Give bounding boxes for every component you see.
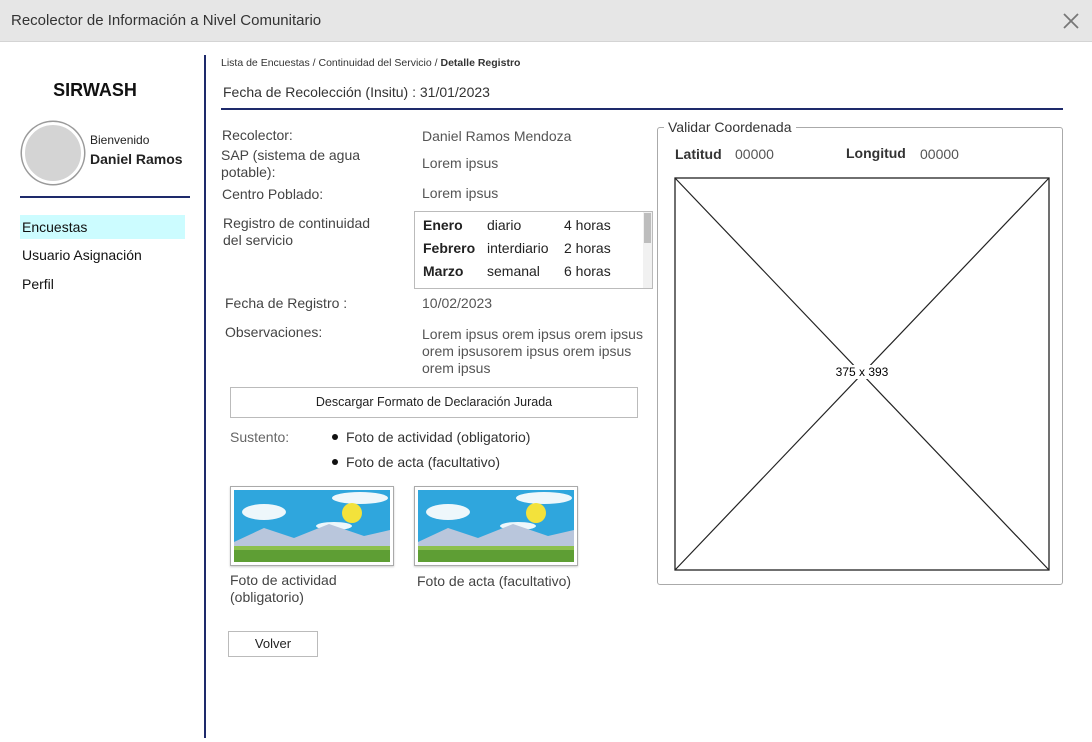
- photo-actividad-caption: Foto de actividad (obligatorio): [230, 572, 337, 605]
- continuidad-frecuencia: semanal: [487, 263, 540, 279]
- sap-value: Lorem ipsus: [422, 155, 499, 171]
- continuidad-list[interactable]: Enero diario 4 horas Febrero interdiario…: [414, 211, 653, 289]
- sidebar-border: [204, 55, 206, 738]
- coordinates-legend: Validar Coordenada: [664, 119, 796, 135]
- breadcrumb: Lista de Encuestas / Continuidad del Ser…: [221, 57, 520, 69]
- continuidad-frecuencia: diario: [487, 217, 522, 233]
- header-divider: [221, 108, 1063, 110]
- photo-actividad-thumbnail[interactable]: [230, 486, 394, 566]
- latitude-label: Latitud: [675, 146, 722, 162]
- continuidad-label: Registro de continuidad del servicio: [223, 215, 371, 248]
- window-titlebar: Recolector de Información a Nivel Comuni…: [0, 0, 1092, 42]
- sidebar-divider: [20, 196, 190, 198]
- close-icon[interactable]: [1062, 12, 1080, 30]
- map-size-text: 375 x 393: [833, 365, 891, 379]
- observaciones-value: Lorem ipsus orem ipsus orem ipsus orem i…: [422, 326, 643, 376]
- photo-acta-thumbnail[interactable]: [414, 486, 578, 566]
- back-button[interactable]: Volver: [228, 631, 318, 657]
- continuidad-horas: 6 horas: [564, 263, 611, 279]
- window-title: Recolector de Información a Nivel Comuni…: [11, 12, 322, 29]
- longitude-label: Longitud: [846, 145, 906, 161]
- latitude-value: 00000: [735, 146, 774, 162]
- continuidad-horas: 2 horas: [564, 240, 611, 256]
- photo-acta-caption: Foto de acta (facultativo): [417, 573, 572, 589]
- sidebar-item-encuestas[interactable]: Encuestas: [20, 215, 185, 239]
- continuidad-horas: 4 horas: [564, 217, 611, 233]
- bullet-icon: [332, 434, 338, 441]
- sustento-item-text: Foto de acta (facultativo): [346, 454, 501, 470]
- recolector-value: Daniel Ramos Mendoza: [422, 128, 572, 144]
- sidebar-item-perfil[interactable]: Perfil: [20, 272, 185, 296]
- bullet-icon: [332, 459, 338, 466]
- sustento-label: Sustento:: [230, 429, 290, 445]
- map-size-label: 375 x 393: [674, 365, 1050, 379]
- sap-label: SAP (sistema de agua potable):: [221, 147, 361, 180]
- map-placeholder[interactable]: 375 x 393: [674, 177, 1050, 571]
- continuidad-frecuencia: interdiario: [487, 240, 549, 256]
- welcome-label: Bienvenido: [90, 133, 150, 147]
- fecha-registro-label: Fecha de Registro :: [225, 295, 348, 311]
- breadcrumb-separator: /: [312, 57, 316, 69]
- longitude-value: 00000: [920, 146, 959, 162]
- continuidad-mes: Marzo: [423, 263, 464, 279]
- landscape-image-icon: [418, 490, 574, 562]
- breadcrumb-lista-encuestas[interactable]: Lista de Encuestas: [221, 57, 310, 69]
- sustento-item-text: Foto de actividad (obligatorio): [346, 429, 531, 445]
- recolector-label: Recolector:: [222, 127, 293, 143]
- avatar: [22, 122, 84, 184]
- landscape-image-icon: [234, 490, 390, 562]
- download-declaration-button[interactable]: Descargar Formato de Declaración Jurada: [230, 387, 638, 418]
- breadcrumb-continuidad[interactable]: Continuidad del Servicio: [319, 57, 432, 69]
- fecha-registro-value: 10/02/2023: [422, 295, 493, 311]
- observaciones-label: Observaciones:: [225, 324, 323, 340]
- centro-poblado-value: Lorem ipsus: [422, 185, 499, 201]
- continuidad-mes: Febrero: [423, 240, 476, 256]
- sustento-item: Foto de acta (facultativo): [332, 454, 500, 470]
- brand-logo-text: SIRWASH: [53, 80, 137, 100]
- centro-poblado-label: Centro Poblado:: [222, 186, 324, 202]
- breadcrumb-separator: /: [434, 57, 438, 69]
- scrollbar-thumb[interactable]: [644, 213, 651, 243]
- fecha-recoleccion-header: Fecha de Recolección (Insitu) : 31/01/20…: [223, 84, 490, 100]
- sidebar-item-usuario-asignacion[interactable]: Usuario Asignación: [20, 243, 185, 267]
- sustento-item: Foto de actividad (obligatorio): [332, 429, 530, 445]
- continuidad-mes: Enero: [423, 217, 463, 233]
- user-name: Daniel Ramos: [90, 151, 183, 167]
- breadcrumb-current: Detalle Registro: [440, 57, 521, 69]
